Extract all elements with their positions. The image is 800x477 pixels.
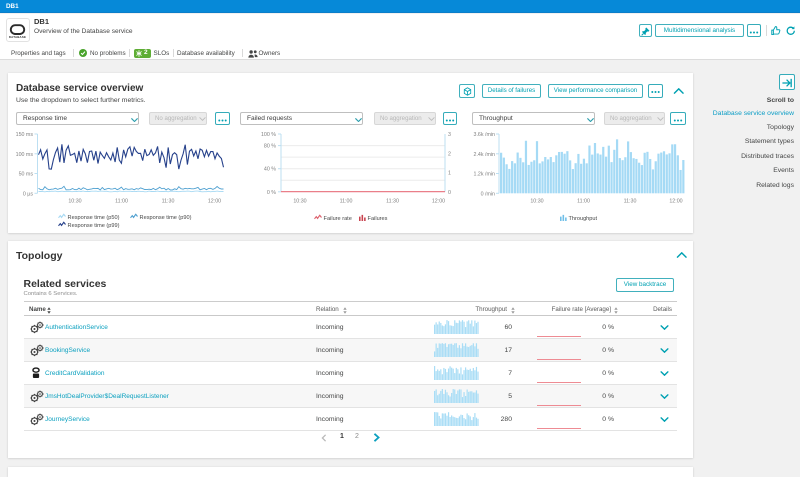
svg-text:100 ms: 100 ms: [16, 152, 34, 158]
svg-text:0 /min: 0 /min: [481, 191, 495, 197]
svg-text:100 %: 100 %: [261, 132, 276, 138]
svg-text:0 µs: 0 µs: [23, 191, 33, 197]
svg-text:1: 1: [448, 171, 451, 177]
svg-text:2: 2: [448, 151, 451, 157]
svg-text:11:30: 11:30: [386, 199, 399, 205]
svg-text:11:00: 11:00: [115, 199, 128, 205]
svg-text:150 ms: 150 ms: [16, 132, 34, 138]
svg-text:0 %: 0 %: [267, 190, 276, 196]
svg-text:3.6k /min: 3.6k /min: [474, 132, 496, 138]
svg-text:80 %: 80 %: [264, 144, 276, 150]
svg-text:40 %: 40 %: [264, 167, 276, 173]
svg-text:12:00: 12:00: [432, 199, 445, 205]
svg-text:2.4k /min: 2.4k /min: [474, 152, 496, 158]
svg-text:11:30: 11:30: [162, 199, 175, 205]
svg-text:11:00: 11:00: [577, 199, 590, 205]
svg-text:11:30: 11:30: [624, 199, 637, 205]
svg-text:10:30: 10:30: [530, 199, 543, 205]
svg-text:50 ms: 50 ms: [19, 172, 34, 178]
svg-text:12:00: 12:00: [208, 199, 221, 205]
svg-text:3: 3: [448, 132, 451, 138]
svg-text:0: 0: [448, 190, 451, 196]
svg-text:10:30: 10:30: [68, 199, 81, 205]
svg-text:1.2k /min: 1.2k /min: [474, 172, 496, 178]
svg-text:10:30: 10:30: [293, 199, 306, 205]
svg-text:11:00: 11:00: [340, 199, 353, 205]
svg-text:12:00: 12:00: [669, 199, 682, 205]
